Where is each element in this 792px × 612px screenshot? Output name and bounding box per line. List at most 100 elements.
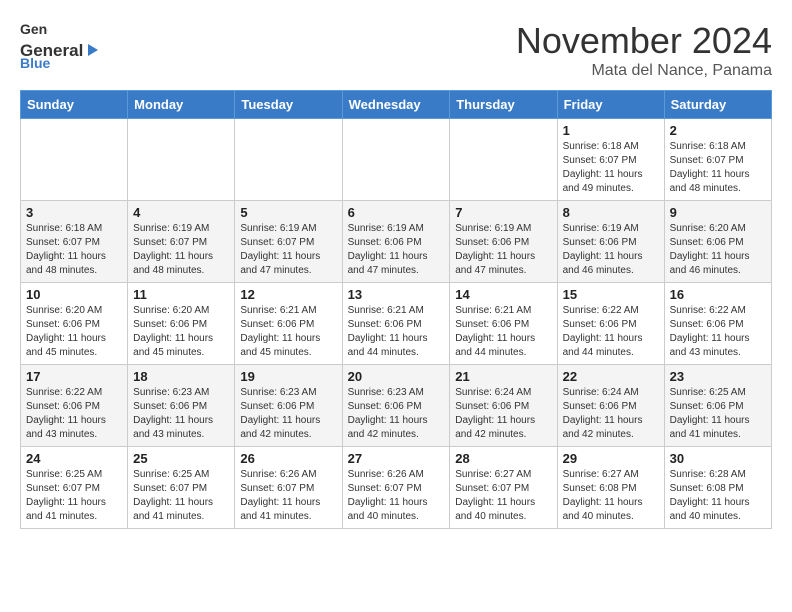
weekday-header: Saturday [664, 91, 771, 119]
calendar-table: SundayMondayTuesdayWednesdayThursdayFrid… [20, 90, 772, 529]
day-info: Sunrise: 6:20 AMSunset: 6:06 PMDaylight:… [670, 222, 766, 278]
day-number: 5 [240, 205, 336, 220]
day-info: Sunrise: 6:21 AMSunset: 6:06 PMDaylight:… [455, 304, 551, 360]
logo-combined: General Blue [20, 38, 110, 68]
day-number: 8 [563, 205, 659, 220]
day-info: Sunrise: 6:21 AMSunset: 6:06 PMDaylight:… [348, 304, 445, 360]
day-info: Sunrise: 6:23 AMSunset: 6:06 PMDaylight:… [133, 386, 229, 442]
location-title: Mata del Nance, Panama [516, 62, 772, 80]
day-info: Sunrise: 6:18 AMSunset: 6:07 PMDaylight:… [670, 140, 766, 196]
logo-svg: General Blue [20, 38, 110, 68]
day-info: Sunrise: 6:22 AMSunset: 6:06 PMDaylight:… [670, 304, 766, 360]
calendar-cell: 8 Sunrise: 6:19 AMSunset: 6:06 PMDaylight… [557, 201, 664, 283]
calendar-cell: 14 Sunrise: 6:21 AMSunset: 6:06 PMDayligh… [450, 283, 557, 365]
day-info: Sunrise: 6:26 AMSunset: 6:07 PMDaylight:… [240, 468, 336, 524]
calendar-cell [450, 119, 557, 201]
day-number: 23 [670, 369, 766, 384]
calendar-cell: 4 Sunrise: 6:19 AMSunset: 6:07 PMDaylight… [128, 201, 235, 283]
weekday-header: Sunday [21, 91, 128, 119]
calendar-cell: 19 Sunrise: 6:23 AMSunset: 6:06 PMDayligh… [235, 365, 342, 447]
calendar-cell: 11 Sunrise: 6:20 AMSunset: 6:06 PMDayligh… [128, 283, 235, 365]
day-info: Sunrise: 6:19 AMSunset: 6:07 PMDaylight:… [133, 222, 229, 278]
calendar-cell [21, 119, 128, 201]
day-number: 3 [26, 205, 122, 220]
header-row: SundayMondayTuesdayWednesdayThursdayFrid… [21, 91, 772, 119]
header: General General Blue November 2024 Mata … [20, 20, 772, 80]
day-number: 6 [348, 205, 445, 220]
day-number: 10 [26, 287, 122, 302]
calendar-week-row: 24 Sunrise: 6:25 AMSunset: 6:07 PMDayligh… [21, 447, 772, 529]
calendar-cell: 30Sunrise: 6:28 AMSunset: 6:08 PMDayligh… [664, 447, 771, 529]
calendar-cell: 20Sunrise: 6:23 AMSunset: 6:06 PMDayligh… [342, 365, 450, 447]
day-number: 13 [348, 287, 445, 302]
calendar-cell: 17 Sunrise: 6:22 AMSunset: 6:06 PMDayligh… [21, 365, 128, 447]
calendar-cell: 21Sunrise: 6:24 AMSunset: 6:06 PMDayligh… [450, 365, 557, 447]
day-number: 29 [563, 451, 659, 466]
calendar-cell: 2 Sunrise: 6:18 AMSunset: 6:07 PMDaylight… [664, 119, 771, 201]
day-number: 19 [240, 369, 336, 384]
day-info: Sunrise: 6:21 AMSunset: 6:06 PMDaylight:… [240, 304, 336, 360]
calendar-cell: 23 Sunrise: 6:25 AMSunset: 6:06 PMDayligh… [664, 365, 771, 447]
weekday-header: Thursday [450, 91, 557, 119]
calendar-week-row: 17 Sunrise: 6:22 AMSunset: 6:06 PMDayligh… [21, 365, 772, 447]
day-number: 26 [240, 451, 336, 466]
day-info: Sunrise: 6:19 AMSunset: 6:06 PMDaylight:… [455, 222, 551, 278]
title-area: November 2024 Mata del Nance, Panama [516, 20, 772, 80]
day-info: Sunrise: 6:25 AMSunset: 6:07 PMDaylight:… [133, 468, 229, 524]
calendar-cell [342, 119, 450, 201]
month-title: November 2024 [516, 20, 772, 62]
day-number: 4 [133, 205, 229, 220]
calendar-cell: 12 Sunrise: 6:21 AMSunset: 6:06 PMDayligh… [235, 283, 342, 365]
calendar-cell [235, 119, 342, 201]
svg-text:Blue: Blue [20, 55, 51, 68]
day-info: Sunrise: 6:22 AMSunset: 6:06 PMDaylight:… [563, 304, 659, 360]
day-info: Sunrise: 6:25 AMSunset: 6:06 PMDaylight:… [670, 386, 766, 442]
day-number: 17 [26, 369, 122, 384]
day-info: Sunrise: 6:23 AMSunset: 6:06 PMDaylight:… [240, 386, 336, 442]
day-info: Sunrise: 6:18 AMSunset: 6:07 PMDaylight:… [26, 222, 122, 278]
calendar-cell: 25 Sunrise: 6:25 AMSunset: 6:07 PMDayligh… [128, 447, 235, 529]
day-number: 28 [455, 451, 551, 466]
day-info: Sunrise: 6:20 AMSunset: 6:06 PMDaylight:… [133, 304, 229, 360]
day-number: 2 [670, 123, 766, 138]
day-info: Sunrise: 6:27 AMSunset: 6:07 PMDaylight:… [455, 468, 551, 524]
day-number: 14 [455, 287, 551, 302]
calendar-cell: 10Sunrise: 6:20 AMSunset: 6:06 PMDayligh… [21, 283, 128, 365]
calendar-cell: 3 Sunrise: 6:18 AMSunset: 6:07 PMDaylight… [21, 201, 128, 283]
day-number: 30 [670, 451, 766, 466]
day-number: 7 [455, 205, 551, 220]
calendar-cell: 28 Sunrise: 6:27 AMSunset: 6:07 PMDayligh… [450, 447, 557, 529]
calendar-cell: 27Sunrise: 6:26 AMSunset: 6:07 PMDayligh… [342, 447, 450, 529]
calendar-cell: 24 Sunrise: 6:25 AMSunset: 6:07 PMDayligh… [21, 447, 128, 529]
calendar-cell: 16 Sunrise: 6:22 AMSunset: 6:06 PMDayligh… [664, 283, 771, 365]
day-info: Sunrise: 6:23 AMSunset: 6:06 PMDaylight:… [348, 386, 445, 442]
calendar-cell [128, 119, 235, 201]
calendar-week-row: 3 Sunrise: 6:18 AMSunset: 6:07 PMDaylight… [21, 201, 772, 283]
day-number: 11 [133, 287, 229, 302]
day-info: Sunrise: 6:18 AMSunset: 6:07 PMDaylight:… [563, 140, 659, 196]
calendar-cell: 6 Sunrise: 6:19 AMSunset: 6:06 PMDaylight… [342, 201, 450, 283]
day-info: Sunrise: 6:22 AMSunset: 6:06 PMDaylight:… [26, 386, 122, 442]
calendar-cell: 1 Sunrise: 6:18 AMSunset: 6:07 PMDaylight… [557, 119, 664, 201]
day-number: 25 [133, 451, 229, 466]
day-info: Sunrise: 6:19 AMSunset: 6:06 PMDaylight:… [563, 222, 659, 278]
day-number: 1 [563, 123, 659, 138]
day-info: Sunrise: 6:19 AMSunset: 6:06 PMDaylight:… [348, 222, 445, 278]
calendar-week-row: 10 Sunrise: 6:20 AMSunset: 6:06 PMDayligh… [21, 283, 772, 365]
day-info: Sunrise: 6:26 AMSunset: 6:07 PMDaylight:… [348, 468, 445, 524]
calendar-cell: 26 Sunrise: 6:26 AMSunset: 6:07 PMDayligh… [235, 447, 342, 529]
calendar-cell: 15 Sunrise: 6:22 AMSunset: 6:06 PMDayligh… [557, 283, 664, 365]
day-number: 12 [240, 287, 336, 302]
day-number: 24 [26, 451, 122, 466]
day-number: 15 [563, 287, 659, 302]
day-number: 21 [455, 369, 551, 384]
day-number: 22 [563, 369, 659, 384]
calendar-cell: 13 Sunrise: 6:21 AMSunset: 6:06 PMDayligh… [342, 283, 450, 365]
page: General General Blue November 2024 Mata … [0, 0, 792, 539]
day-info: Sunrise: 6:25 AMSunset: 6:07 PMDaylight:… [26, 468, 122, 524]
calendar-cell: 5Sunrise: 6:19 AMSunset: 6:07 PMDaylight… [235, 201, 342, 283]
day-number: 18 [133, 369, 229, 384]
day-number: 9 [670, 205, 766, 220]
day-number: 16 [670, 287, 766, 302]
logo-area: General General Blue [20, 20, 110, 68]
